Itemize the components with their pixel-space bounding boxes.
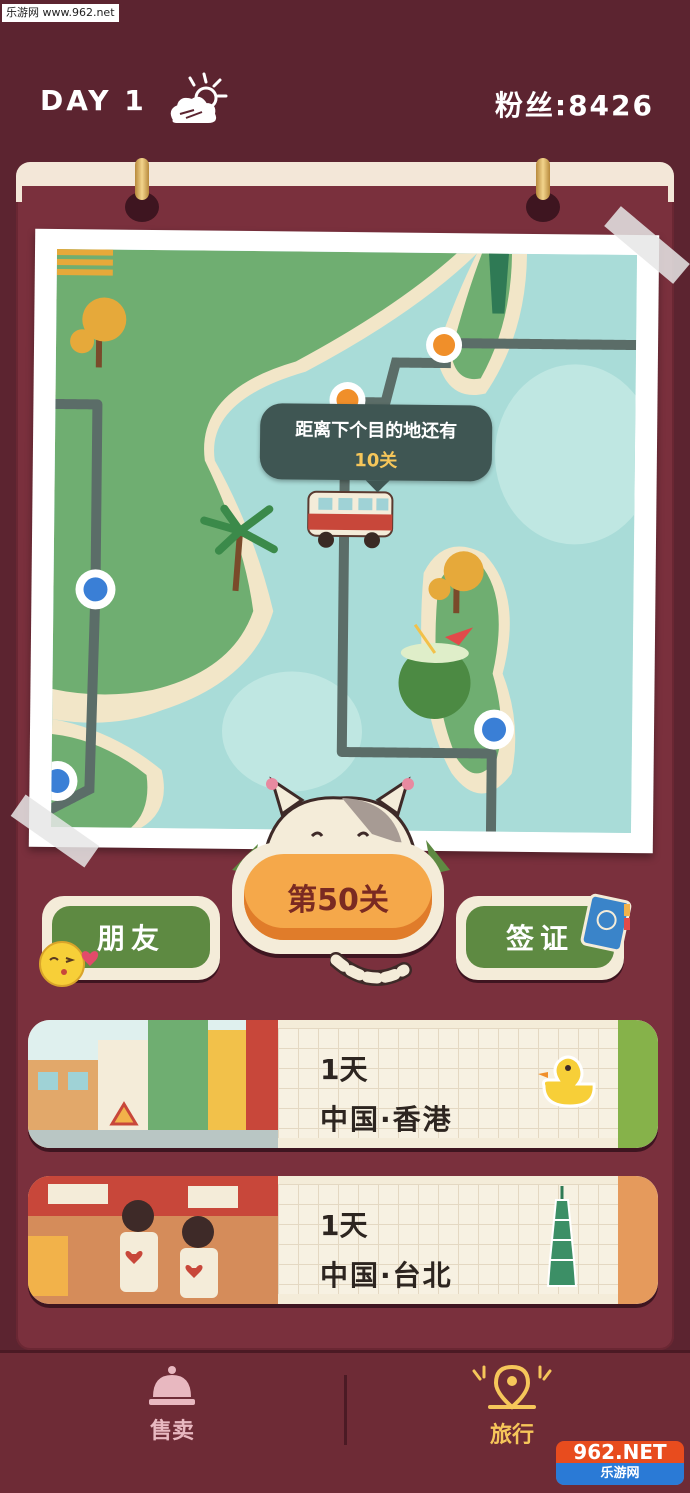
board-top-inner xyxy=(22,186,668,208)
trip-destination: 中国·香港 xyxy=(320,1103,453,1136)
nav-travel-label: 旅行 xyxy=(489,1423,534,1448)
trip-days: 1天 xyxy=(320,1209,368,1242)
cat-tail-icon xyxy=(330,952,412,986)
next-destination-tooltip: 距离下个目的地还有 10关 xyxy=(259,403,493,482)
level-label: 第50关 xyxy=(244,854,432,940)
binder-ring-right xyxy=(536,158,550,200)
site-watermark: 乐游网 www.962.net xyxy=(2,4,119,22)
nav-sell-label: 售卖 xyxy=(149,1419,194,1444)
nav-divider xyxy=(344,1375,347,1445)
binder-ring-left xyxy=(135,158,149,200)
trip-card-tab xyxy=(618,1020,658,1148)
rubber-duck-icon xyxy=(538,1055,596,1108)
level-button[interactable]: 第50关 xyxy=(232,842,444,954)
trip-destination: 中国·台北 xyxy=(320,1259,453,1292)
tooltip-levels: 10关 xyxy=(354,450,398,472)
trip-card-tab xyxy=(618,1176,658,1304)
taipei-street-illustration xyxy=(28,1176,278,1304)
fans-counter: 粉丝:8426 xyxy=(495,84,654,124)
tooltip-text: 距离下个目的地还有 xyxy=(295,419,458,443)
map-pin-icon xyxy=(472,1364,552,1410)
hongkong-street-illustration xyxy=(28,1020,278,1148)
fans-label: 粉丝: xyxy=(494,89,569,122)
watermark-sub: 乐游网 xyxy=(556,1463,684,1485)
passport-icon xyxy=(580,893,632,953)
trip-card-hongkong[interactable]: 1天 中国·香港 xyxy=(28,1020,658,1148)
day-counter: DAY 1 xyxy=(40,84,147,117)
map-photo: 距离下个目的地还有 10关 xyxy=(28,228,660,854)
map-illustration xyxy=(50,248,638,834)
nav-sell[interactable]: 售卖 xyxy=(112,1363,232,1445)
trip-days: 1天 xyxy=(320,1053,368,1086)
watermark-brand: 962.NET xyxy=(573,1440,667,1464)
sun-cloud-icon xyxy=(170,72,228,123)
site-logo-watermark: 962.NET 乐游网 xyxy=(556,1441,684,1485)
travel-map[interactable]: 距离下个目的地还有 10关 xyxy=(50,248,638,834)
fans-value: 8426 xyxy=(568,89,654,122)
trip-card-taipei[interactable]: 1天 中国·台北 xyxy=(28,1176,658,1304)
taipei101-icon xyxy=(546,1186,578,1287)
service-bell-icon xyxy=(149,1366,195,1405)
nav-travel[interactable]: 旅行 xyxy=(452,1363,572,1449)
kiss-emoji-icon xyxy=(39,941,99,987)
